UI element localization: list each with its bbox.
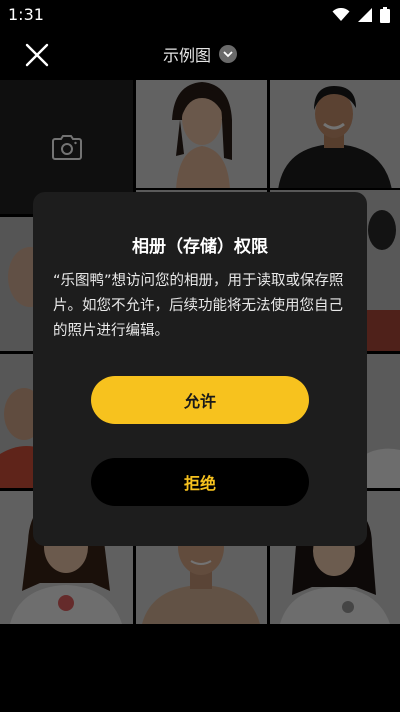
title-dropdown[interactable]: 示例图: [0, 42, 400, 66]
allow-button[interactable]: 允许: [91, 376, 309, 424]
permission-dialog: 相册（存储）权限 “乐图鸭”想访问您的相册，用于读取或保存照片。如您不允许，后续…: [33, 192, 367, 546]
status-bar: 1:31: [0, 0, 400, 30]
dialog-message: “乐图鸭”想访问您的相册，用于读取或保存照片。如您不允许，后续功能将无法使用您自…: [53, 273, 344, 339]
wifi-icon: [332, 8, 350, 22]
bottom-area: [0, 624, 400, 712]
deny-button[interactable]: 拒绝: [91, 458, 309, 506]
chevron-down-icon: [219, 45, 237, 63]
status-icons: [332, 7, 390, 23]
top-bar: 示例图: [0, 30, 400, 78]
status-time: 1:31: [8, 5, 44, 24]
dialog-title: 相册（存储）权限: [132, 237, 268, 257]
page-title: 示例图: [162, 46, 211, 65]
cellular-signal-icon: [358, 8, 372, 22]
battery-icon: [380, 7, 390, 23]
